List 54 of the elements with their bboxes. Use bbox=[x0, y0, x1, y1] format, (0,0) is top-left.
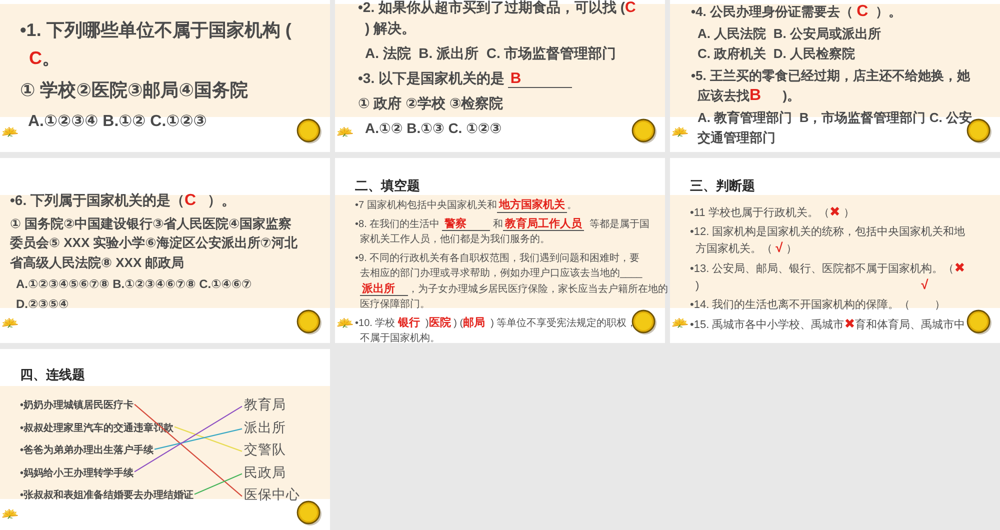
question-text: •13. 公安局、邮局、银行、医院都不属于国家机构。（✖ ) √ bbox=[690, 260, 966, 294]
answer-options: A. 人民法院 B. 公安局或派出所 C. 政府机关 D. 人民检察院 bbox=[691, 24, 881, 64]
answer-options: A. 法院 B. 派出所 C. 市场监督管理部门 bbox=[358, 43, 616, 64]
disc-icon bbox=[966, 309, 992, 335]
disc-icon bbox=[296, 500, 322, 526]
question-text: •10. 学校 银行 )医院 ) (邮局 ) 等单位不享受宪法规定的职权， 不属于国家机构。 bbox=[355, 316, 637, 346]
question-text: •14. 我们的生活也离不开国家机构的保障。（ ） bbox=[690, 298, 946, 313]
flower-icon bbox=[672, 317, 688, 328]
answer-options: A.①② B.①③ C. ①②③ bbox=[358, 118, 502, 139]
matching-item: •妈妈给小王办理转学手续 bbox=[20, 466, 134, 480]
flower-icon bbox=[2, 508, 18, 519]
slide-thumbnail[interactable]: •1. 下列哪些单位不属于国家机构 ( C。 ① 学校②医院③邮局④国务院 A.①②③④ B.①② C.①②③ bbox=[0, 0, 330, 152]
matching-option: 交警队 bbox=[244, 441, 286, 459]
flower-icon bbox=[337, 126, 353, 137]
disc-icon bbox=[631, 118, 657, 144]
answer-options: A.①②③④ B.①② C.①②③ bbox=[20, 108, 207, 136]
flower-icon bbox=[337, 317, 353, 328]
slide-thumbnail[interactable]: •4. 公民办理身份证需要去（ C ）。 A. 人民法院 B. 公安局或派出所 C. 政府机关 D. 人民检察院 •5. 王兰买的零食已经过期，店主还不给她换，她 应该去找B )。 A. 教育管理部门 B，市场监督管理部门 C. 公安 交通管理部门 bbox=[670, 0, 1000, 152]
matching-item: •爸爸为弟弟办理出生落户手续 bbox=[20, 443, 154, 457]
question-items: ① 国务院②中国建设银行③省人民医院④国家监察 委员会⑤ XXX 实验小学⑥海淀区公安派出所⑦河北 省高级人民法院⑧ XXX 邮政局 bbox=[10, 214, 298, 272]
question-items: ① 政府 ②学校 ③检察院 bbox=[358, 94, 504, 113]
slide-thumbnail[interactable]: •2. 如果你从超市买到了过期食品，可以找 (C ) 解决。 A. 法院 B. 派出所 C. 市场监督管理部门 •3. 以下是国家机关的是 B ① 政府 ②学校 ③检察院 A.①② B.①③ C. ①②③ bbox=[335, 0, 665, 152]
matching-option: 民政局 bbox=[244, 464, 286, 482]
section-heading: 四、连线题 bbox=[20, 366, 85, 384]
matching-item: •张叔叔和表姐准备结婚要去办理结婚证 bbox=[20, 488, 194, 502]
section-heading: 三、判断题 bbox=[690, 177, 755, 195]
question-text: •1. 下列哪些单位不属于国家机构 ( C。 bbox=[20, 19, 292, 70]
slide-thumbnail[interactable]: •6. 下列属于国家机关的是（C ）。 ① 国务院②中国建设银行③省人民医院④国家监察 委员会⑤ XXX 实验小学⑥海淀区公安派出所⑦河北 省高级人民法院⑧ XXX 邮政局 A.①②③④⑤⑥⑦⑧ B.①②③④⑥⑦⑧ C.①④⑥⑦ D.②③⑤④ bbox=[0, 158, 330, 343]
question-text: •15. 禹城市各中小学校、禹城市✖育和体育局、禹城市中 bbox=[690, 316, 966, 332]
question-text: •3. 以下是国家机关的是 B bbox=[358, 68, 572, 89]
matching-option: 派出所 bbox=[244, 418, 286, 436]
question-text: •7 国家机构包括中央国家机关和 地方国家机关 。 bbox=[355, 198, 577, 214]
question-text: •6. 下列属于国家机关的是（C ）。 bbox=[10, 191, 236, 210]
disc-icon bbox=[296, 118, 322, 144]
matching-option: 教育局 bbox=[244, 396, 286, 414]
question-items: ① 学校②医院③邮局④国务院 bbox=[20, 79, 248, 102]
matching-item: •奶奶办理城镇居民医疗卡 bbox=[20, 398, 134, 412]
disc-icon bbox=[296, 309, 322, 335]
question-text: •8. 在我们的生活中 警察 和 教育局工作人员 等都是属于国 家机关工作人员，他们都是为我们服务的。 bbox=[355, 216, 650, 247]
slide-thumbnail[interactable]: 三、判断题 •11 学校也属于行政机关。（✖ ） •12. 国家机构是国家机关的统称，包括中央国家机关和地 方国家机关。（ √ ） •13. 公安局、邮局、银行、医院都不属于国家机构。（✖ ) √ •14. 我们的生活也离不开国家机构的保障。（ ） •15. 禹城市各中小学校、禹城市✖育和体育局、禹城市中 bbox=[670, 158, 1000, 343]
question-text: •12. 国家机构是国家机关的统称，包括中央国家机关和地 方国家机关。（ √ ） bbox=[690, 224, 966, 257]
matching-option: 医保中心 bbox=[244, 486, 300, 504]
section-heading: 二、填空题 bbox=[355, 177, 420, 195]
flower-icon bbox=[672, 126, 688, 137]
disc-icon bbox=[631, 309, 657, 335]
question-text: •9. 不同的行政机关有各自职权范围，我们遇到问题和困难时，要 去相应的部门办理或寻求帮助，例如办理户口应该去当地的____ 派出所 ，为子女办理城乡居民医疗保险，家长应当去户籍所在地的 医疗保障部门。 bbox=[355, 252, 668, 312]
question-text: •5. 王兰买的零食已经过期，店主还不给她换，她 应该去找B )。 bbox=[691, 67, 970, 106]
flower-icon bbox=[2, 126, 18, 137]
answer-options: A.①②③④⑤⑥⑦⑧ B.①②③④⑥⑦⑧ C.①④⑥⑦ D.②③⑤④ bbox=[10, 275, 252, 314]
answer-options: A. 教育管理部门 B，市场监督管理部门 C. 公安 交通管理部门 bbox=[691, 108, 972, 148]
question-text: •4. 公民办理身份证需要去（ C ）。 bbox=[691, 2, 902, 22]
question-text: •2. 如果你从超市买到了过期食品，可以找 (C ) 解决。 bbox=[358, 0, 636, 38]
question-text: •11 学校也属于行政机关。（✖ ） bbox=[690, 204, 854, 220]
flower-icon bbox=[2, 317, 18, 328]
